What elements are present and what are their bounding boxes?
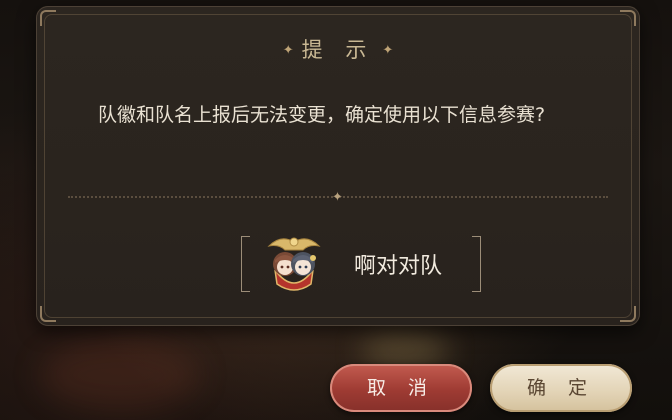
frame-corner-ornament [620, 306, 636, 322]
confirm-button[interactable]: 确 定 [490, 364, 632, 412]
frame-corner-ornament [620, 10, 636, 26]
frame-corner-ornament [40, 10, 56, 26]
team-name: 啊对对队 [354, 254, 443, 279]
dialog-title-row: ✦ 提 示 ✦ [36, 34, 640, 64]
left-bracket [241, 236, 250, 292]
divider-diamond-icon: ✦ [332, 190, 343, 205]
background-glow [40, 340, 200, 410]
game-screen: ✦ 提 示 ✦ 队徽和队名上报后无法变更，确定使用以下信息参赛? ✦ 啊对对队 … [0, 0, 672, 420]
team-info: 啊对对队 [241, 230, 481, 296]
sparkle-icon: ✦ [382, 43, 394, 58]
dialog-title: 提 示 [301, 38, 375, 62]
dialog-message: 队徽和队名上报后无法变更，确定使用以下信息参赛? [98, 104, 546, 126]
cancel-button[interactable]: 取 消 [330, 364, 472, 412]
confirm-dialog: ✦ 提 示 ✦ 队徽和队名上报后无法变更，确定使用以下信息参赛? ✦ 啊对对队 [36, 6, 640, 326]
frame-corner-ornament [40, 306, 56, 322]
right-bracket [472, 236, 481, 292]
team-badge-icon [261, 230, 327, 296]
sparkle-icon: ✦ [282, 43, 294, 58]
